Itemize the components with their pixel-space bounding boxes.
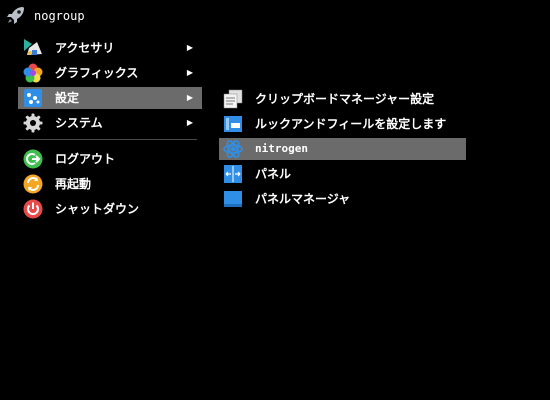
menu-item-settings[interactable]: 設定 ▶ xyxy=(18,86,202,109)
accessories-icon xyxy=(23,38,43,58)
menu-item-label: 設定 xyxy=(55,91,80,105)
menu-item-label: アクセサリ xyxy=(55,41,115,55)
menu-title: nogroup xyxy=(34,9,85,23)
menu-item-label: グラフィックス xyxy=(55,66,139,80)
graphics-icon xyxy=(23,63,43,83)
shutdown-icon xyxy=(23,199,43,219)
appearance-icon xyxy=(223,114,243,134)
submenu-item-label: ルックアンドフィールを設定します xyxy=(255,117,447,131)
logout-icon xyxy=(23,149,43,169)
submenu-arrow-icon: ▶ xyxy=(186,118,193,127)
submenu-arrow-icon: ▶ xyxy=(186,68,193,77)
panel-icon xyxy=(223,164,243,184)
reboot-icon xyxy=(23,174,43,194)
submenu-item-nitrogen[interactable]: nitrogen xyxy=(219,137,466,160)
panel-manager-icon xyxy=(223,189,243,209)
menu-item-shutdown[interactable]: シャットダウン xyxy=(18,196,202,221)
menu-item-label: ログアウト xyxy=(55,152,116,166)
main-menu: アクセサリ ▶ グラフィックス ▶ 設定 ▶ システム ▶ ログアウト 再起動 … xyxy=(18,35,202,221)
submenu-item-label: パネルマネージャ xyxy=(255,192,351,206)
settings-icon xyxy=(23,88,43,108)
submenu-item-appearance[interactable]: ルックアンドフィールを設定します xyxy=(219,111,466,136)
menu-header: nogroup xyxy=(0,0,220,32)
rocket-icon xyxy=(6,5,26,25)
menu-item-system[interactable]: システム ▶ xyxy=(18,110,202,135)
submenu-item-clipboard-settings[interactable]: クリップボードマネージャー設定 xyxy=(219,86,466,111)
menu-item-graphics[interactable]: グラフィックス ▶ xyxy=(18,60,202,85)
menu-item-label: 再起動 xyxy=(55,177,92,191)
nitrogen-icon xyxy=(223,139,243,159)
system-gear-icon xyxy=(23,113,43,133)
submenu-item-label: クリップボードマネージャー設定 xyxy=(255,92,435,106)
settings-submenu: クリップボードマネージャー設定 ルックアンドフィールを設定します nitroge… xyxy=(219,86,466,211)
clipboard-icon xyxy=(223,89,243,109)
submenu-item-label: nitrogen xyxy=(255,142,308,155)
menu-item-accessories[interactable]: アクセサリ ▶ xyxy=(18,35,202,60)
submenu-item-label: パネル xyxy=(255,167,292,181)
menu-item-label: シャットダウン xyxy=(55,202,140,216)
menu-separator xyxy=(18,139,197,140)
menu-item-logout[interactable]: ログアウト xyxy=(18,146,202,171)
submenu-arrow-icon: ▶ xyxy=(186,93,193,102)
menu-item-label: システム xyxy=(55,116,103,130)
submenu-item-panel[interactable]: パネル xyxy=(219,161,466,186)
submenu-item-panel-manager[interactable]: パネルマネージャ xyxy=(219,186,466,211)
menu-item-reboot[interactable]: 再起動 xyxy=(18,171,202,196)
submenu-arrow-icon: ▶ xyxy=(186,43,193,52)
